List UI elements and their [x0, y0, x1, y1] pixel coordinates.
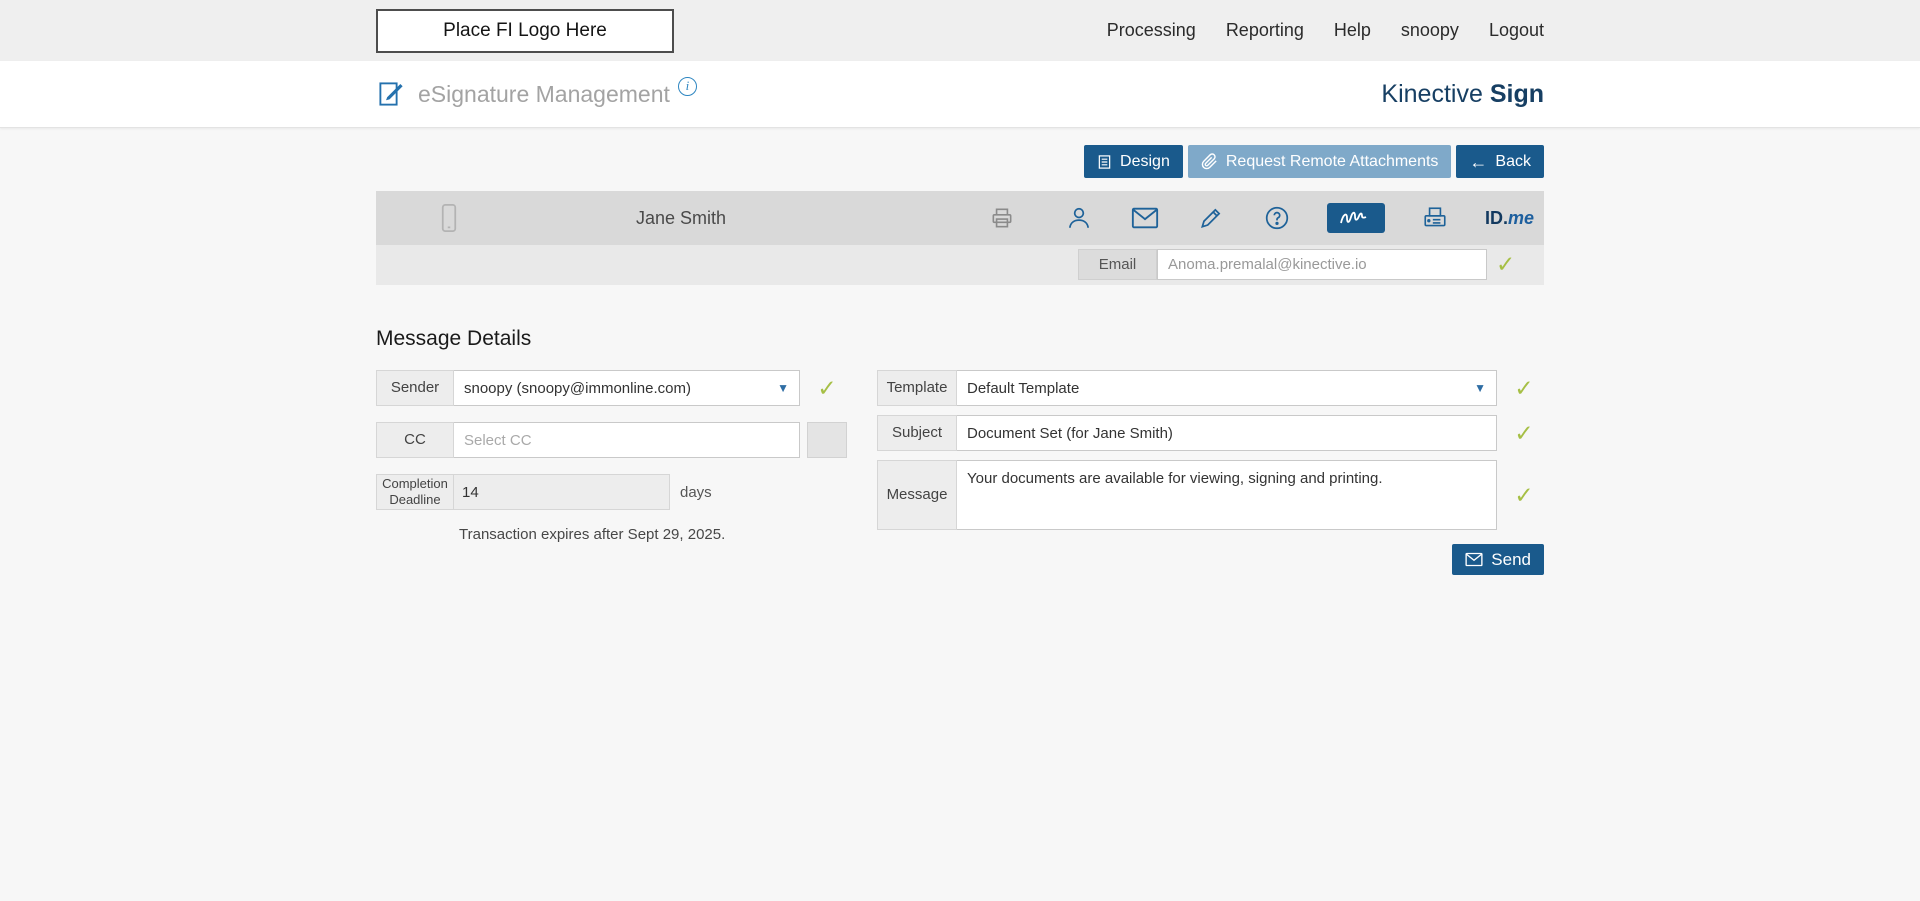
idme-id-text: ID. [1484, 207, 1508, 228]
recipient-bar: Jane Smith ID. me Email Anoma.premalal@k… [376, 191, 1544, 285]
sender-value: snoopy (snoopy@immonline.com) [464, 379, 691, 397]
person-icon[interactable] [1063, 205, 1095, 231]
back-arrow-icon: ← [1469, 151, 1488, 172]
back-button-label: Back [1495, 152, 1531, 170]
paperclip-icon [1201, 153, 1218, 170]
cc-row: CC [376, 422, 847, 458]
fax-icon[interactable] [1419, 205, 1451, 231]
cc-status-cell [807, 422, 847, 458]
recipient-email-row: Email ✓ [376, 245, 1544, 285]
sender-dropdown[interactable]: snoopy (snoopy@immonline.com) ▼ [454, 370, 800, 406]
nav-help[interactable]: Help [1334, 20, 1371, 41]
idme-me-text: me [1507, 207, 1534, 228]
page-title: eSignature Management [418, 80, 670, 107]
topbar: Place FI Logo Here Processing Reporting … [0, 0, 1920, 61]
subject-valid-check-icon: ✓ [1514, 419, 1534, 446]
sender-valid-cell: ✓ [807, 370, 847, 406]
idme-logo[interactable]: ID. me [1485, 208, 1534, 229]
design-doc-icon [1097, 154, 1112, 170]
brand-name: Kinective [1381, 79, 1483, 108]
completion-deadline-input[interactable] [454, 474, 670, 510]
main-content: Design Request Remote Attachments ← Back [376, 128, 1544, 615]
message-details-heading: Message Details [376, 327, 532, 350]
esignature-doc-pen-icon [376, 79, 406, 109]
app-header: eSignature Management i Kinective Sign [0, 61, 1920, 128]
kba-question-icon[interactable] [1261, 205, 1293, 231]
dropdown-arrow-icon: ▼ [1474, 381, 1486, 395]
message-label: Message [877, 460, 957, 530]
nav-user-snoopy[interactable]: snoopy [1401, 20, 1459, 41]
expiry-note: Transaction expires after Sept 29, 2025. [459, 526, 726, 543]
info-icon[interactable]: i [677, 76, 697, 96]
form-left-column: Sender snoopy (snoopy@immonline.com) ▼ ✓… [376, 370, 847, 543]
message-row: Message Your documents are available for… [877, 460, 1544, 530]
nav-logout[interactable]: Logout [1489, 20, 1544, 41]
message-textarea[interactable]: Your documents are available for viewing… [957, 460, 1497, 530]
template-row: Template Default Template ▼ ✓ [877, 370, 1544, 406]
cc-input[interactable] [454, 422, 800, 458]
nav-processing[interactable]: Processing [1107, 20, 1196, 41]
recipient-name: Jane Smith [635, 208, 727, 228]
printer-icon[interactable] [988, 205, 1016, 231]
brand-product: Sign [1489, 79, 1544, 108]
email-envelope-icon[interactable] [1129, 207, 1161, 229]
subject-label: Subject [877, 415, 957, 451]
email-input[interactable] [1157, 249, 1487, 280]
message-valid-check-icon: ✓ [1514, 481, 1534, 508]
fi-logo-placeholder: Place FI Logo Here [376, 8, 674, 53]
recipient-row: Jane Smith ID. me [376, 191, 1544, 245]
email-valid-check-icon: ✓ [1496, 251, 1516, 277]
delivery-method-icons: ID. me [1063, 191, 1534, 245]
send-row: Send [877, 544, 1544, 575]
completion-deadline-row: Completion Deadline days [376, 474, 847, 510]
sender-row: Sender snoopy (snoopy@immonline.com) ▼ ✓ [376, 370, 847, 406]
template-label: Template [877, 370, 957, 406]
subject-input[interactable] [957, 415, 1497, 451]
sender-label: Sender [376, 370, 454, 406]
days-label: days [680, 483, 712, 501]
brand-logo: Kinective Sign [1381, 80, 1544, 109]
template-value: Default Template [967, 379, 1080, 397]
esign-pen-icon[interactable] [1195, 205, 1227, 231]
send-button-label: Send [1491, 549, 1531, 569]
email-label: Email [1078, 249, 1157, 280]
top-nav: Processing Reporting Help snoopy Logout [1107, 20, 1544, 41]
sender-valid-check-icon: ✓ [817, 374, 837, 401]
dropdown-arrow-icon: ▼ [777, 381, 789, 395]
message-details-form: Sender snoopy (snoopy@immonline.com) ▼ ✓… [376, 370, 1544, 575]
template-dropdown[interactable]: Default Template ▼ [957, 370, 1497, 406]
template-valid-check-icon: ✓ [1514, 374, 1534, 401]
toolbar: Design Request Remote Attachments ← Back [376, 145, 1544, 178]
send-envelope-icon [1465, 552, 1483, 567]
nav-reporting[interactable]: Reporting [1226, 20, 1304, 41]
template-valid-cell: ✓ [1504, 370, 1544, 406]
design-button[interactable]: Design [1084, 145, 1183, 178]
subject-row: Subject ✓ [877, 415, 1544, 451]
request-remote-attachments-label: Request Remote Attachments [1225, 152, 1439, 170]
completion-deadline-label: Completion Deadline [376, 474, 454, 510]
form-right-column: Template Default Template ▼ ✓ Subject ✓ … [877, 370, 1544, 575]
send-button[interactable]: Send [1452, 544, 1544, 575]
subject-valid-cell: ✓ [1504, 415, 1544, 451]
back-button[interactable]: ← Back [1456, 145, 1544, 178]
request-remote-attachments-button[interactable]: Request Remote Attachments [1187, 145, 1452, 178]
message-valid-cell: ✓ [1504, 460, 1544, 530]
remote-signature-icon[interactable] [1326, 203, 1385, 233]
cc-label: CC [376, 422, 454, 458]
mobile-phone-icon [438, 203, 460, 233]
fi-logo-text: Place FI Logo Here [443, 19, 607, 41]
design-button-label: Design [1120, 152, 1170, 170]
